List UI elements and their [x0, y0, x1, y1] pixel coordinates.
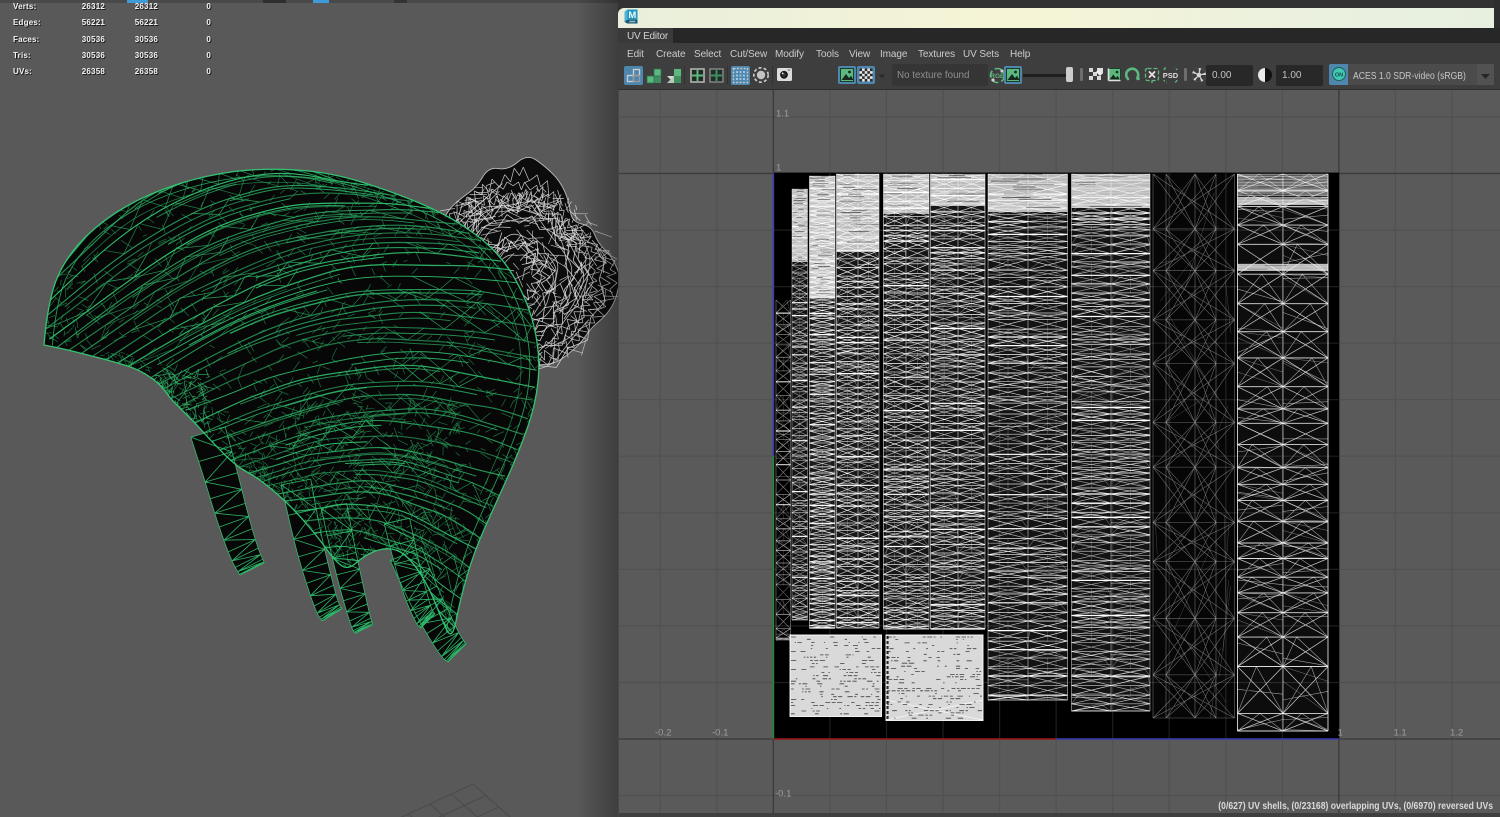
svg-text:-0.1: -0.1 — [712, 728, 728, 739]
svg-text:-0.1: -0.1 — [775, 789, 791, 800]
svg-text:-0.2: -0.2 — [655, 728, 671, 739]
svg-text:1: 1 — [1338, 728, 1343, 739]
svg-text:1: 1 — [776, 163, 781, 174]
svg-text:M: M — [628, 10, 636, 21]
svg-text:1.1: 1.1 — [1394, 728, 1407, 739]
svg-text:ON: ON — [1335, 73, 1343, 79]
svg-text:1.2: 1.2 — [1450, 728, 1463, 739]
svg-text:PSD: PSD — [1163, 71, 1179, 80]
svg-text:1.1: 1.1 — [776, 109, 789, 120]
